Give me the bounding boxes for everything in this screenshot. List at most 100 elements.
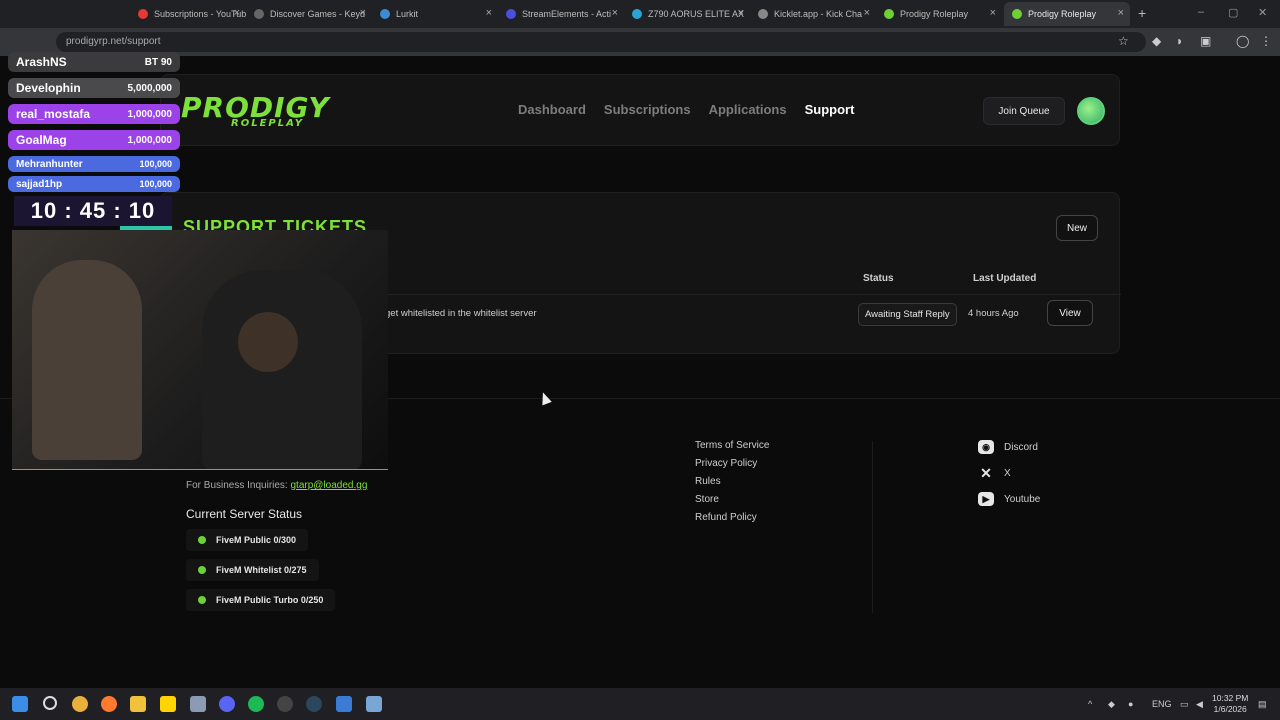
windows-start-icon[interactable] [12,696,28,712]
leaderboard-name: Mehranhunter [16,158,83,170]
language-indicator[interactable]: ENG [1152,699,1172,709]
rules-link[interactable]: Rules [695,476,769,487]
bookmark-star-icon[interactable]: ☆ [1118,34,1129,48]
extension-icon[interactable]: ◗ [1176,34,1183,48]
tab-label: Lurkit [396,9,419,19]
notepad-icon[interactable] [336,696,352,712]
tab-aorus[interactable]: Z790 AORUS ELITE AX × [624,2,750,26]
volume-icon[interactable]: ◀ [1196,699,1203,710]
nav-subscriptions[interactable]: Subscriptions [604,102,691,117]
chrome-icon[interactable] [72,696,88,712]
tray-app-icon[interactable]: ◆ [1108,699,1115,710]
minimize-icon[interactable]: – [1198,6,1204,18]
view-ticket-button[interactable]: View [1047,300,1093,326]
x-link[interactable]: ✕ X [978,464,1040,481]
firefox-icon[interactable] [101,696,117,712]
file-explorer-icon[interactable] [130,696,146,712]
network-icon[interactable]: ▭ [1180,699,1189,710]
spotify-icon[interactable] [248,696,264,712]
ticket-subject: get whitelisted in the whitelist server [385,308,537,319]
notification-icon[interactable]: ▤ [1258,699,1267,710]
prodigy-logo[interactable]: PRODIGY ROLEPLAY [181,91,330,129]
tab-label: Prodigy Roleplay [900,9,969,19]
leaderboard-row: Mehranhunter 100,000 [8,156,180,172]
discord-icon: ◉ [978,440,994,454]
search-icon[interactable] [43,696,57,710]
clock-time: 10:32 PM [1212,693,1249,703]
nav-support[interactable]: Support [805,102,855,117]
discord-link[interactable]: ◉ Discord [978,440,1040,454]
profile-icon[interactable]: ◯ [1236,34,1249,48]
business-email-link[interactable]: gtarp@loaded.gg [291,480,368,491]
divider [872,441,873,613]
store-link[interactable]: Store [695,494,769,505]
tab-prodigy-1[interactable]: Prodigy Roleplay × [876,2,1002,26]
server-label: FiveM Whitelist 0/275 [216,565,307,575]
tab-keydrop[interactable]: Discover Games - Keyd × [246,2,372,26]
close-icon[interactable]: × [864,7,870,19]
microphone-icon[interactable]: ● [1128,699,1133,709]
streamelements-favicon-icon [506,9,516,19]
nav-applications[interactable]: Applications [709,102,787,117]
close-icon[interactable]: × [360,7,366,19]
keydrop-favicon-icon [254,9,264,19]
refund-link[interactable]: Refund Policy [695,512,769,523]
new-tab-button[interactable]: + [1138,5,1146,21]
tab-streamelements[interactable]: StreamElements - Acti × [498,2,624,26]
tray-chevron-icon[interactable]: ^ [1088,699,1092,709]
leaderboard-row: ArashNS BT 90 [8,52,180,72]
site-header: PRODIGY ROLEPLAY Dashboard Subscriptions … [160,74,1120,146]
youtube-link[interactable]: ▶ Youtube [978,492,1040,506]
tab-prodigy-active[interactable]: Prodigy Roleplay × [1004,2,1130,26]
nav-dashboard[interactable]: Dashboard [518,102,586,117]
server-status-item: FiveM Public Turbo 0/250 [186,589,336,611]
close-icon[interactable]: × [738,7,744,19]
menu-icon[interactable]: ⋮ [1260,34,1272,48]
tab-label: Subscriptions - YouTube [154,9,246,19]
server-status-item: FiveM Public 0/300 [186,529,309,551]
privacy-link[interactable]: Privacy Policy [695,458,769,469]
webcam-person [202,270,362,469]
leaderboard-value: 1,000,000 [127,108,173,120]
x-icon: ✕ [980,464,992,481]
online-dot-icon [198,536,206,544]
puzzle-icon[interactable]: ▣ [1200,34,1211,48]
last-updated-column-header: Last Updated [973,273,1037,284]
maximize-icon[interactable]: ▢ [1228,6,1238,19]
tab-youtube[interactable]: Subscriptions - YouTube × [130,2,246,26]
server-status-title: Current Server Status [186,507,303,521]
app-icon[interactable] [190,696,206,712]
avatar[interactable] [1077,97,1105,125]
leaderboard-name: real_mostafa [16,107,91,121]
address-bar-row: prodigyrp.net/support [0,28,1280,56]
leaderboard-name: Develophin [16,81,81,95]
online-dot-icon [198,596,206,604]
server-label: FiveM Public Turbo 0/250 [216,595,324,605]
close-icon[interactable]: × [612,7,618,19]
taskbar-clock[interactable]: 10:32 PM 1/6/2026 [1212,693,1248,715]
discord-taskbar-icon[interactable] [219,696,235,712]
new-ticket-button[interactable]: New [1056,215,1098,241]
shield-extension-icon[interactable]: ◆ [1152,34,1161,48]
calculator-icon[interactable] [366,696,382,712]
lurkit-favicon-icon [380,9,390,19]
steam-icon[interactable] [306,696,322,712]
close-icon[interactable]: × [234,7,240,19]
obs-icon[interactable] [277,696,293,712]
tab-label: Z790 AORUS ELITE AX [648,9,745,19]
server-label: FiveM Public 0/300 [216,535,297,545]
sticky-notes-icon[interactable] [160,696,176,712]
close-icon[interactable]: × [1118,7,1124,19]
tab-kicklet[interactable]: Kicklet.app - Kick Cha × [750,2,876,26]
tab-lurkit[interactable]: Lurkit × [372,2,498,26]
close-icon[interactable]: × [990,7,996,19]
webcam-person [32,260,142,460]
window-close-icon[interactable]: ✕ [1258,6,1267,19]
close-icon[interactable]: × [486,7,492,19]
leaderboard-name: ArashNS [16,55,67,69]
status-column-header: Status [863,273,894,284]
terms-link[interactable]: Terms of Service [695,440,769,451]
join-queue-button[interactable]: Join Queue [983,97,1065,125]
leaderboard-value: BT 90 [144,56,172,68]
url-field[interactable]: prodigyrp.net/support [56,32,1146,52]
